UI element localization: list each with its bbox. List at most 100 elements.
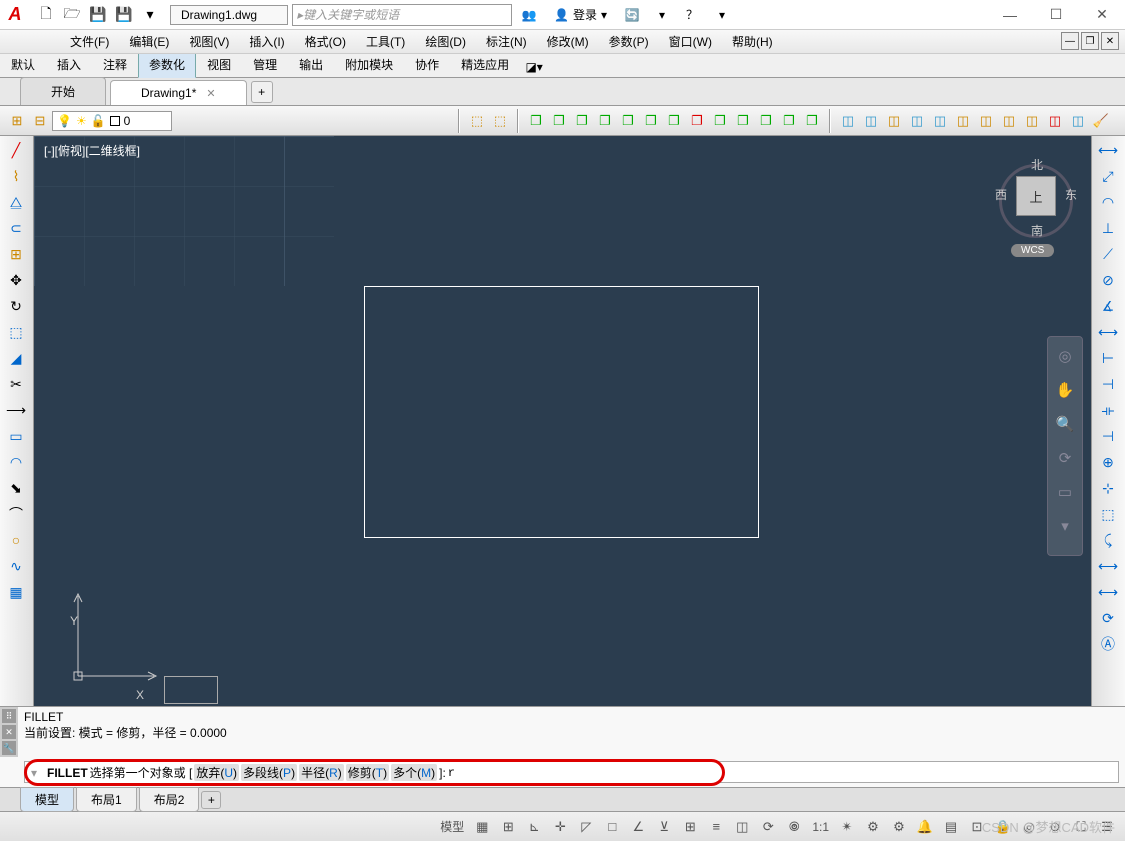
menu-help[interactable]: 帮助(H) [722, 29, 783, 54]
center-mark-icon[interactable]: ⊹ [1094, 476, 1122, 500]
app-logo[interactable]: A [0, 0, 30, 30]
ribbon-tab-collab[interactable]: 协作 [404, 51, 450, 77]
grid-toggle-icon[interactable]: ▦ [470, 816, 494, 838]
menu-modify[interactable]: 修改(M) [537, 29, 599, 54]
opt-multiple[interactable]: 多个(M) [391, 764, 437, 781]
annotation-icon[interactable]: ✴ [835, 816, 859, 838]
inspect-icon[interactable]: ⬚ [1094, 502, 1122, 526]
workspace-icon[interactable]: ⚙ [887, 816, 911, 838]
qat-dropdown-icon[interactable]: ▾ [138, 3, 162, 27]
tb-icon-12[interactable]: ❐ [732, 110, 754, 132]
chamfer-icon[interactable]: ⬊ [2, 476, 30, 500]
dim-ordinate-icon[interactable]: ⊥ [1094, 216, 1122, 240]
cycling-icon[interactable]: ⟳ [756, 816, 780, 838]
command-history[interactable]: FILLET 当前设置: 模式 = 修剪，半径 = 0.0000 [18, 707, 1125, 743]
search-icon[interactable]: 👥 [516, 4, 542, 26]
dim-continue-icon[interactable]: ⊣ [1094, 372, 1122, 396]
tb-mod-11[interactable]: ◫ [1067, 110, 1089, 132]
ribbon-tab-parametric[interactable]: 参数化 [138, 51, 196, 78]
tb-mod-7[interactable]: ◫ [975, 110, 997, 132]
opt-radius[interactable]: 半径(R) [299, 764, 344, 781]
snap-toggle-icon[interactable]: ⊞ [496, 816, 520, 838]
tb-icon-9[interactable]: ❐ [663, 110, 685, 132]
ribbon-tab-manage[interactable]: 管理 [242, 51, 288, 77]
mirror-icon[interactable]: ⧋ [2, 190, 30, 214]
dim-radius-icon[interactable]: ⟋ [1094, 242, 1122, 266]
tb-icon-5[interactable]: ❐ [571, 110, 593, 132]
polar-toggle-icon[interactable]: ✛ [548, 816, 572, 838]
orbit-icon[interactable]: ⟳ [1052, 445, 1078, 471]
move-icon[interactable]: ✥ [2, 268, 30, 292]
ribbon-tab-featured[interactable]: 精选应用 [450, 51, 520, 77]
cmd-recent-icon[interactable]: ▾ [31, 766, 47, 780]
tb-icon-2[interactable]: ⬚ [489, 110, 511, 132]
stretch-icon[interactable]: ◢ [2, 346, 30, 370]
minimize-button[interactable]: — [987, 0, 1033, 30]
dim-diameter-icon[interactable]: ⊘ [1094, 268, 1122, 292]
menu-param[interactable]: 参数(P) [599, 29, 659, 54]
viewport-label[interactable]: [-][俯视][二维线框] [44, 142, 140, 159]
nav-collapse-icon[interactable]: ▾ [1052, 513, 1078, 539]
dim-space-icon[interactable]: ⟛ [1094, 398, 1122, 422]
drawing-canvas[interactable]: [-][俯视][二维线框] 北 南 西 东 上 WCS ◎ ✋ 🔍 ⟳ ▭ ▾ … [34, 136, 1091, 706]
command-input[interactable] [448, 766, 478, 780]
tb-icon-4[interactable]: ❐ [548, 110, 570, 132]
mdi-restore[interactable]: ❐ [1081, 32, 1099, 50]
cmd-grip-icon[interactable]: ⠿ [2, 709, 16, 723]
arc-icon[interactable]: ⌒ [2, 502, 30, 526]
close-tab-icon[interactable]: ✕ [206, 87, 215, 100]
rect-icon[interactable]: ▭ [2, 424, 30, 448]
menu-dimension[interactable]: 标注(N) [476, 29, 537, 54]
menu-window[interactable]: 窗口(W) [659, 29, 722, 54]
tb-mod-10[interactable]: ◫ [1044, 110, 1066, 132]
drawn-rectangle[interactable] [364, 286, 759, 538]
command-palette-handle[interactable]: ⠿ ✕ 🔧 [0, 707, 18, 757]
tb-icon-10[interactable]: ❐ [686, 110, 708, 132]
tb-icon-11[interactable]: ❐ [709, 110, 731, 132]
new-icon[interactable]: 🗋 [34, 3, 58, 27]
tb-icon-1[interactable]: ⬚ [466, 110, 488, 132]
wcs-badge[interactable]: WCS [1011, 244, 1054, 257]
sheet-tab-model[interactable]: 模型 [20, 787, 74, 812]
cmd-close-icon[interactable]: ✕ [2, 725, 16, 739]
tb-icon-3[interactable]: ❐ [525, 110, 547, 132]
ribbon-tab-output[interactable]: 输出 [288, 51, 334, 77]
ribbon-tab-annotate[interactable]: 注释 [92, 51, 138, 77]
tb-mod-1[interactable]: ◫ [837, 110, 859, 132]
rotate-icon[interactable]: ↻ [2, 294, 30, 318]
mdi-minimize[interactable]: — [1061, 32, 1079, 50]
jogged-icon[interactable]: ⤹ [1094, 528, 1122, 552]
app-icon[interactable]: ▾ [649, 4, 675, 26]
offset-icon[interactable]: ⊂ [2, 216, 30, 240]
tb-mod-2[interactable]: ◫ [860, 110, 882, 132]
dim-baseline-icon[interactable]: ⊢ [1094, 346, 1122, 370]
iso-toggle-icon[interactable]: ◸ [574, 816, 598, 838]
pan-icon[interactable]: ✋ [1052, 377, 1078, 403]
tb-mod-4[interactable]: ◫ [906, 110, 928, 132]
ribbon-expand-icon[interactable]: ◪▾ [524, 57, 544, 77]
doc-tab-drawing1[interactable]: Drawing1* ✕ [110, 80, 247, 105]
dim-linear-icon[interactable]: ⟷ [1094, 138, 1122, 162]
tb-icon-14[interactable]: ❐ [778, 110, 800, 132]
tolerance-icon[interactable]: ⊕ [1094, 450, 1122, 474]
circle-icon[interactable]: ○ [2, 528, 30, 552]
hatch-icon[interactable]: ▦ [2, 580, 30, 604]
tb-mod-12[interactable]: 🧹 [1090, 110, 1112, 132]
autodesk-icon[interactable]: 🔄 [619, 4, 645, 26]
add-sheet-button[interactable]: + [201, 791, 221, 809]
menu-insert[interactable]: 插入(I) [239, 29, 294, 54]
ribbon-tab-addins[interactable]: 附加模块 [334, 51, 404, 77]
array-icon[interactable]: ⊞ [2, 242, 30, 266]
dim-update-icon[interactable]: ⟳ [1094, 606, 1122, 630]
extend-icon[interactable]: ⟶ [2, 398, 30, 422]
line-icon[interactable]: ╱ [2, 138, 30, 162]
ribbon-tab-insert[interactable]: 插入 [46, 51, 92, 77]
help-icon[interactable]: ？ [679, 4, 705, 26]
ortho-toggle-icon[interactable]: ⊾ [522, 816, 546, 838]
opt-undo[interactable]: 放弃(U) [194, 764, 239, 781]
menu-view[interactable]: 视图(V) [179, 29, 239, 54]
tb-icon-15[interactable]: ❐ [801, 110, 823, 132]
layer-filter-icon[interactable]: ⊟ [29, 110, 51, 132]
view-cube[interactable]: 北 南 西 东 上 WCS [991, 146, 1081, 266]
tb-icon-13[interactable]: ❐ [755, 110, 777, 132]
